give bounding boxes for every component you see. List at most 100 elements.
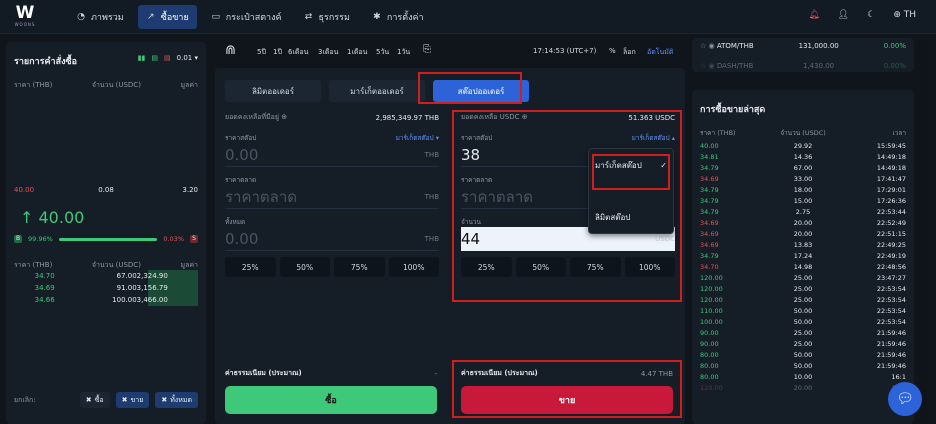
ticker-pair-wrap: ☆ ◉ DASH/THB	[700, 62, 753, 70]
top-right-controls: 🔔︎ 👤︎ ☾ ⊕ TH	[808, 10, 916, 20]
trade-qty: 50.00	[793, 318, 813, 326]
chart-time: 17:14:53 (UTC+7)	[533, 47, 597, 55]
ticker-row[interactable]: ☆ ◉ DASH/THB 1,430.00 0.00%	[700, 62, 906, 70]
trade-time: 22:48:56	[876, 263, 907, 271]
trade-qty: 67.00	[793, 164, 813, 172]
info-icon[interactable]: ⊕	[281, 113, 287, 121]
brand-logo[interactable]: W WOONS	[10, 4, 40, 32]
chat-support-button[interactable]: 💬︎	[888, 382, 922, 416]
buy-total-unit: THB	[424, 234, 439, 243]
buy-pct-75[interactable]: 75%	[334, 257, 385, 277]
cancel-circle-icon: ✖	[85, 396, 92, 404]
moon-icon[interactable]: ☾	[867, 10, 875, 20]
book-bids-icon[interactable]: ▤	[151, 54, 158, 62]
range-5d[interactable]: 5วัน	[376, 47, 389, 58]
nav-overview[interactable]: ◔ ภาพรวม	[68, 5, 132, 29]
trade-qty: 25.00	[793, 340, 813, 348]
range-1d[interactable]: 1วัน	[397, 47, 410, 58]
buy-stop-label: ราคาสต๊อป	[225, 134, 257, 142]
trade-row: 34.79 18.00 17:29:01	[700, 186, 906, 197]
trade-row: 120.00 25.00 23:47:27	[700, 274, 906, 285]
trade-row: 120.0020.0016:1	[700, 384, 906, 395]
buy-total-input[interactable]: 0.00 THB	[225, 227, 439, 251]
recent-trades-panel: การซื้อขายล่าสุด ราคา (THB) จำนวน (USDC)…	[692, 90, 914, 424]
trade-price: 34.69	[700, 230, 719, 238]
buy-pct-25[interactable]: 25%	[225, 257, 276, 277]
trade-price: 34.79	[700, 208, 719, 216]
cancel-sell-button[interactable]: ✖ ขาย	[115, 392, 150, 408]
star-icon[interactable]: ☆	[700, 62, 706, 70]
bid-price: 34.70	[34, 272, 55, 280]
trade-time: 22:49:19	[876, 252, 907, 260]
cancel-all-button[interactable]: ✖ ทั้งหมด	[155, 392, 198, 408]
language-selector[interactable]: ⊕ TH	[893, 10, 916, 20]
coin-icon: ◉	[708, 42, 715, 50]
cancel-label: ยกเลิก:	[14, 395, 36, 404]
bid-qty: 100.00	[112, 296, 137, 304]
buy-stop-input[interactable]: 0.00 THB	[225, 143, 439, 167]
nav-settings[interactable]: ✱ การตั้งค่า	[364, 5, 432, 29]
trade-qty: 18.00	[793, 186, 813, 194]
buy-fee-value: -	[434, 369, 437, 378]
buy-price-label: ราคาตลาด	[225, 176, 257, 184]
sell-pct: 0.03%	[163, 235, 184, 243]
log-toggle[interactable]: ล็อก	[623, 47, 636, 58]
range-1m[interactable]: 1เดือน	[347, 47, 367, 58]
tab-market-order[interactable]: มาร์เก็ตออเดอร์	[329, 80, 425, 102]
candle-icon[interactable]: ⋒	[225, 43, 236, 58]
buy-pct-50[interactable]: 50%	[279, 257, 330, 277]
bid-row[interactable]: 34.70 67.00 2,324.90	[14, 270, 198, 282]
range-5y[interactable]: 5ปี	[257, 47, 266, 58]
ticker-row[interactable]: ☆ ◉ ATOM/THB 131,000.00 0.00%	[700, 42, 906, 50]
buy-stop-type-value: มาร์เก็ตสต๊อป	[395, 134, 434, 142]
buy-price-input[interactable]: ราคาตลาด THB	[225, 185, 439, 209]
buy-pct-100[interactable]: 100%	[388, 257, 439, 277]
ask-row[interactable]: 40.00 0.08 3.20	[14, 184, 198, 196]
logo-text: WOONS	[14, 22, 36, 27]
ticker-change: 0.00%	[883, 62, 906, 70]
auto-toggle[interactable]: อัตโนมัติ	[647, 47, 673, 58]
bid-row[interactable]: 34.66 100.00 3,466.00	[14, 294, 198, 306]
buy-button[interactable]: ซื้อ	[225, 386, 437, 414]
trade-time: 14:49:18	[876, 164, 907, 172]
chevron-down-icon: ▾	[435, 134, 439, 142]
trade-row: 80.00 50.00 21:59:46	[700, 362, 906, 373]
order-book-columns: ราคา (THB) จำนวน (USDC) มูลค่า	[14, 80, 198, 91]
page-scrollbar[interactable]	[919, 40, 927, 424]
calendar-icon[interactable]: ⎘	[423, 44, 431, 55]
trade-qty: 13.83	[793, 241, 813, 249]
trade-qty: 10.00	[793, 373, 813, 381]
trade-qty: 25.00	[793, 274, 813, 282]
range-1y[interactable]: 1ปี	[273, 47, 282, 58]
trade-time: 17:41:47	[876, 175, 907, 183]
range-6m[interactable]: 6เดือน	[288, 47, 308, 58]
cancel-buy-button[interactable]: ✖ ซื้อ	[79, 392, 110, 408]
range-3m[interactable]: 3เดือน	[318, 47, 338, 58]
nav-transactions[interactable]: ⇄ ธุรกรรม	[296, 5, 358, 29]
book-both-icon[interactable]: ▮▮	[138, 54, 146, 62]
trade-qty: 25.00	[793, 285, 813, 293]
bell-icon[interactable]: 🔔︎	[808, 10, 819, 20]
nav-wallet[interactable]: ▭ กระเป๋าสตางค์	[203, 5, 290, 29]
user-icon[interactable]: 👤︎	[838, 10, 849, 20]
nav-transactions-label: ธุรกรรม	[318, 13, 350, 23]
tick-size-select[interactable]: 0.01 ▾	[177, 54, 198, 62]
chat-bubble-icon: 💬︎	[896, 391, 914, 407]
col-value: มูลค่า	[180, 81, 198, 89]
trade-row: 34.79 67.00 14:49:18	[700, 164, 906, 175]
cancel-all-label: ทั้งหมด	[170, 395, 192, 404]
buy-fee-label: ค่าธรรมเนียม (ประมาณ)	[225, 369, 302, 377]
ticker-price: 131,000.00	[798, 42, 839, 50]
book-asks-icon[interactable]: ▤	[164, 54, 171, 62]
nav-overview-label: ภาพรวม	[91, 13, 124, 23]
tab-limit-order[interactable]: ลิมิตออเดอร์	[225, 80, 321, 102]
buy-stop-type-select[interactable]: มาร์เก็ตสต๊อป ▾	[396, 133, 439, 143]
trade-qty: 50.00	[793, 362, 813, 370]
trade-qty: 2.75	[795, 208, 811, 216]
bid-row[interactable]: 34.69 91.00 3,156.79	[14, 282, 198, 294]
trade-row: 80.00 10.00 16:1	[700, 373, 906, 384]
bid-value: 3,466.00	[136, 296, 168, 304]
percent-toggle[interactable]: %	[609, 47, 616, 55]
star-icon[interactable]: ☆	[700, 42, 706, 50]
nav-trade[interactable]: ↗ ซื้อขาย	[137, 5, 197, 29]
